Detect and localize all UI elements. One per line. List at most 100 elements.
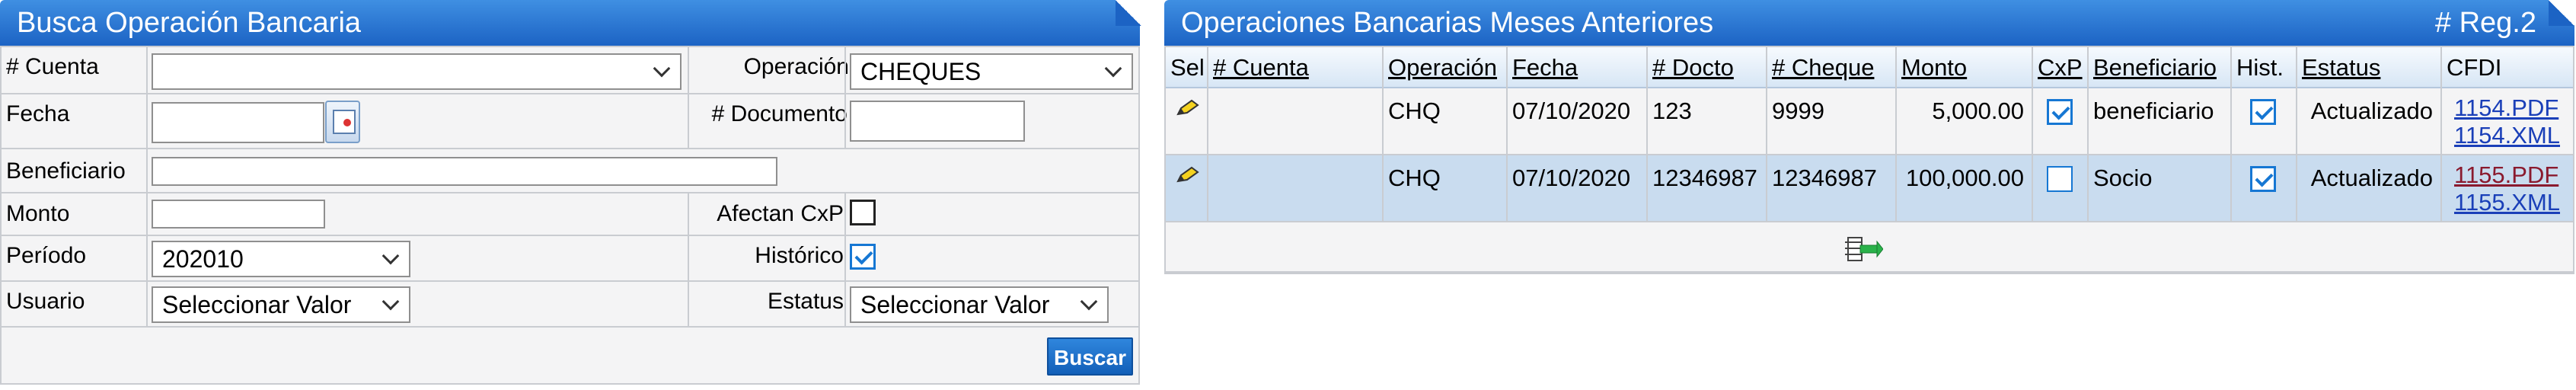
operacion-cell: CHQ	[1384, 155, 1508, 221]
usuario-label: Usuario	[6, 289, 85, 314]
chevron-down-icon	[1104, 59, 1122, 78]
divider	[688, 94, 689, 148]
divider	[146, 193, 148, 235]
form-row-beneficiario: Beneficiario	[2, 149, 1138, 193]
form-row-usuario: Usuario Seleccionar Valor Estatus Selecc…	[2, 282, 1138, 328]
beneficiario-input[interactable]	[152, 157, 777, 186]
cfdi-cell: 1154.PDF 1154.XML	[2442, 88, 2573, 154]
periodo-label: Período	[6, 243, 87, 268]
panel-corner-fold	[2549, 0, 2574, 26]
divider	[844, 236, 846, 280]
operacion-select[interactable]: CHEQUES	[850, 53, 1133, 90]
divider	[844, 94, 846, 148]
chevron-down-icon	[381, 247, 400, 265]
cheque-cell: 12346987	[1767, 155, 1897, 221]
divider	[688, 236, 689, 280]
reg-count: # Reg.2	[2434, 7, 2536, 39]
col-monto[interactable]: Monto	[1897, 47, 2033, 88]
estatus-select-value: Seleccionar Valor	[860, 291, 1050, 318]
fecha-label: Fecha	[6, 101, 70, 126]
export-excel-icon[interactable]	[1843, 235, 1883, 265]
fecha-input[interactable]	[152, 102, 324, 143]
calendar-icon[interactable]	[325, 101, 360, 143]
results-title: Operaciones Bancarias Meses Anteriores	[1181, 7, 1714, 39]
pencil-icon[interactable]	[1175, 99, 1201, 117]
pencil-icon[interactable]	[1175, 166, 1201, 184]
buscar-button[interactable]: Buscar	[1047, 337, 1133, 376]
panel-corner-fold	[1116, 0, 1141, 26]
form-row-fecha: Fecha # Documento	[2, 94, 1138, 149]
search-panel-title: Busca Operación Bancaria	[0, 0, 1140, 46]
cxp-checkbox[interactable]	[2047, 99, 2073, 125]
historico-label: Histórico	[755, 243, 844, 268]
col-cfdi: CFDI	[2447, 54, 2502, 81]
form-row-cuenta: # Cuenta Operación CHEQUES	[2, 47, 1138, 94]
search-form: # Cuenta Operación CHEQUES Fecha # Docum…	[0, 46, 1140, 385]
cfdi-xml-link[interactable]: 1154.XML	[2454, 122, 2568, 149]
hist-checkbox[interactable]	[2250, 166, 2276, 192]
fecha-cell: 07/10/2020	[1508, 155, 1648, 221]
col-fecha[interactable]: Fecha	[1508, 47, 1648, 88]
cxp-cell	[2033, 88, 2089, 154]
usuario-select[interactable]: Seleccionar Valor	[152, 286, 410, 323]
cxp-cell	[2033, 155, 2089, 221]
documento-input[interactable]	[850, 101, 1025, 142]
chevron-down-icon	[1080, 292, 1098, 311]
monto-input[interactable]	[152, 200, 325, 229]
cxp-checkbox[interactable]	[2047, 166, 2073, 192]
form-row-monto: Monto Afectan CxP	[2, 193, 1138, 236]
periodo-select-value: 202010	[162, 245, 244, 273]
estatus-cell: Actualizado	[2297, 155, 2442, 221]
divider	[146, 47, 148, 93]
historico-checkbox[interactable]	[850, 244, 876, 270]
col-cheque[interactable]: # Cheque	[1767, 47, 1897, 88]
hist-cell	[2232, 155, 2297, 221]
cuenta-cell	[1208, 88, 1384, 154]
afectan-cxp-label: Afectan CxP	[717, 201, 844, 226]
divider	[844, 193, 846, 235]
estatus-select[interactable]: Seleccionar Valor	[850, 286, 1109, 323]
chevron-down-icon	[653, 59, 671, 78]
periodo-select[interactable]: 202010	[152, 241, 410, 277]
estatus-label: Estatus	[767, 289, 844, 314]
results-panel: Operaciones Bancarias Meses Anteriores #…	[1164, 0, 2574, 276]
table-row-selected: CHQ 07/10/2020 12346987 12346987 100,000…	[1166, 155, 2573, 222]
col-sel: Sel	[1166, 47, 1208, 88]
monto-cell: 100,000.00	[1897, 155, 2033, 221]
fecha-cell: 07/10/2020	[1508, 88, 1648, 154]
col-beneficiario[interactable]: Beneficiario	[2089, 47, 2232, 88]
operacion-cell: CHQ	[1384, 88, 1508, 154]
cuenta-select[interactable]	[152, 53, 682, 90]
divider	[146, 236, 148, 280]
results-table: Sel # Cuenta Operación Fecha # Docto # C…	[1164, 46, 2574, 274]
hist-checkbox[interactable]	[2250, 99, 2276, 125]
col-estatus[interactable]: Estatus	[2297, 47, 2442, 88]
divider	[688, 282, 689, 326]
col-hist: Hist.	[2232, 47, 2297, 88]
col-cuenta[interactable]: # Cuenta	[1208, 47, 1384, 88]
cuenta-cell	[1208, 155, 1384, 221]
col-operacion[interactable]: Operación	[1384, 47, 1508, 88]
divider	[688, 47, 689, 93]
monto-cell: 5,000.00	[1897, 88, 2033, 154]
search-panel: Busca Operación Bancaria # Cuenta Operac…	[0, 0, 1141, 385]
afectan-cxp-checkbox[interactable]	[850, 200, 876, 225]
operacion-label: Operación	[743, 54, 849, 79]
cfdi-cell: 1155.PDF 1155.XML	[2442, 155, 2573, 221]
cfdi-xml-link[interactable]: 1155.XML	[2454, 189, 2568, 216]
col-cxp[interactable]: CxP	[2033, 47, 2089, 88]
hist-cell	[2232, 88, 2297, 154]
divider	[146, 282, 148, 326]
col-docto[interactable]: # Docto	[1648, 47, 1767, 88]
divider	[844, 47, 846, 93]
divider	[688, 193, 689, 235]
cfdi-pdf-link[interactable]: 1154.PDF	[2454, 94, 2568, 122]
chevron-down-icon	[381, 292, 400, 311]
table-header: Sel # Cuenta Operación Fecha # Docto # C…	[1166, 47, 2573, 88]
cfdi-pdf-link[interactable]: 1155.PDF	[2454, 161, 2568, 189]
beneficiario-cell: Socio	[2089, 155, 2232, 221]
cheque-cell: 9999	[1767, 88, 1897, 154]
cuenta-label: # Cuenta	[6, 54, 99, 79]
divider	[146, 94, 148, 148]
beneficiario-label: Beneficiario	[6, 158, 126, 184]
